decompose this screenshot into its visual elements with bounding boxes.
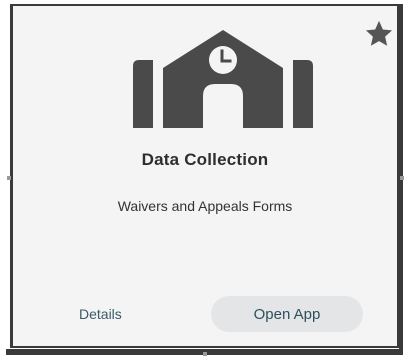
star-icon[interactable]: [361, 18, 397, 50]
resize-handle-bottom[interactable]: [203, 352, 207, 356]
details-link[interactable]: Details: [79, 306, 122, 322]
app-subtitle: Waivers and Appeals Forms: [117, 198, 293, 214]
resize-handle-left[interactable]: [7, 176, 11, 180]
open-app-button[interactable]: Open App: [211, 296, 363, 332]
building-clock-icon: [133, 30, 313, 128]
app-tile-frame: Data Collection Waivers and Appeals Form…: [0, 0, 409, 361]
app-card[interactable]: Data Collection Waivers and Appeals Form…: [10, 4, 399, 348]
app-title: Data Collection: [141, 150, 269, 169]
resize-handle-right[interactable]: [400, 176, 404, 180]
